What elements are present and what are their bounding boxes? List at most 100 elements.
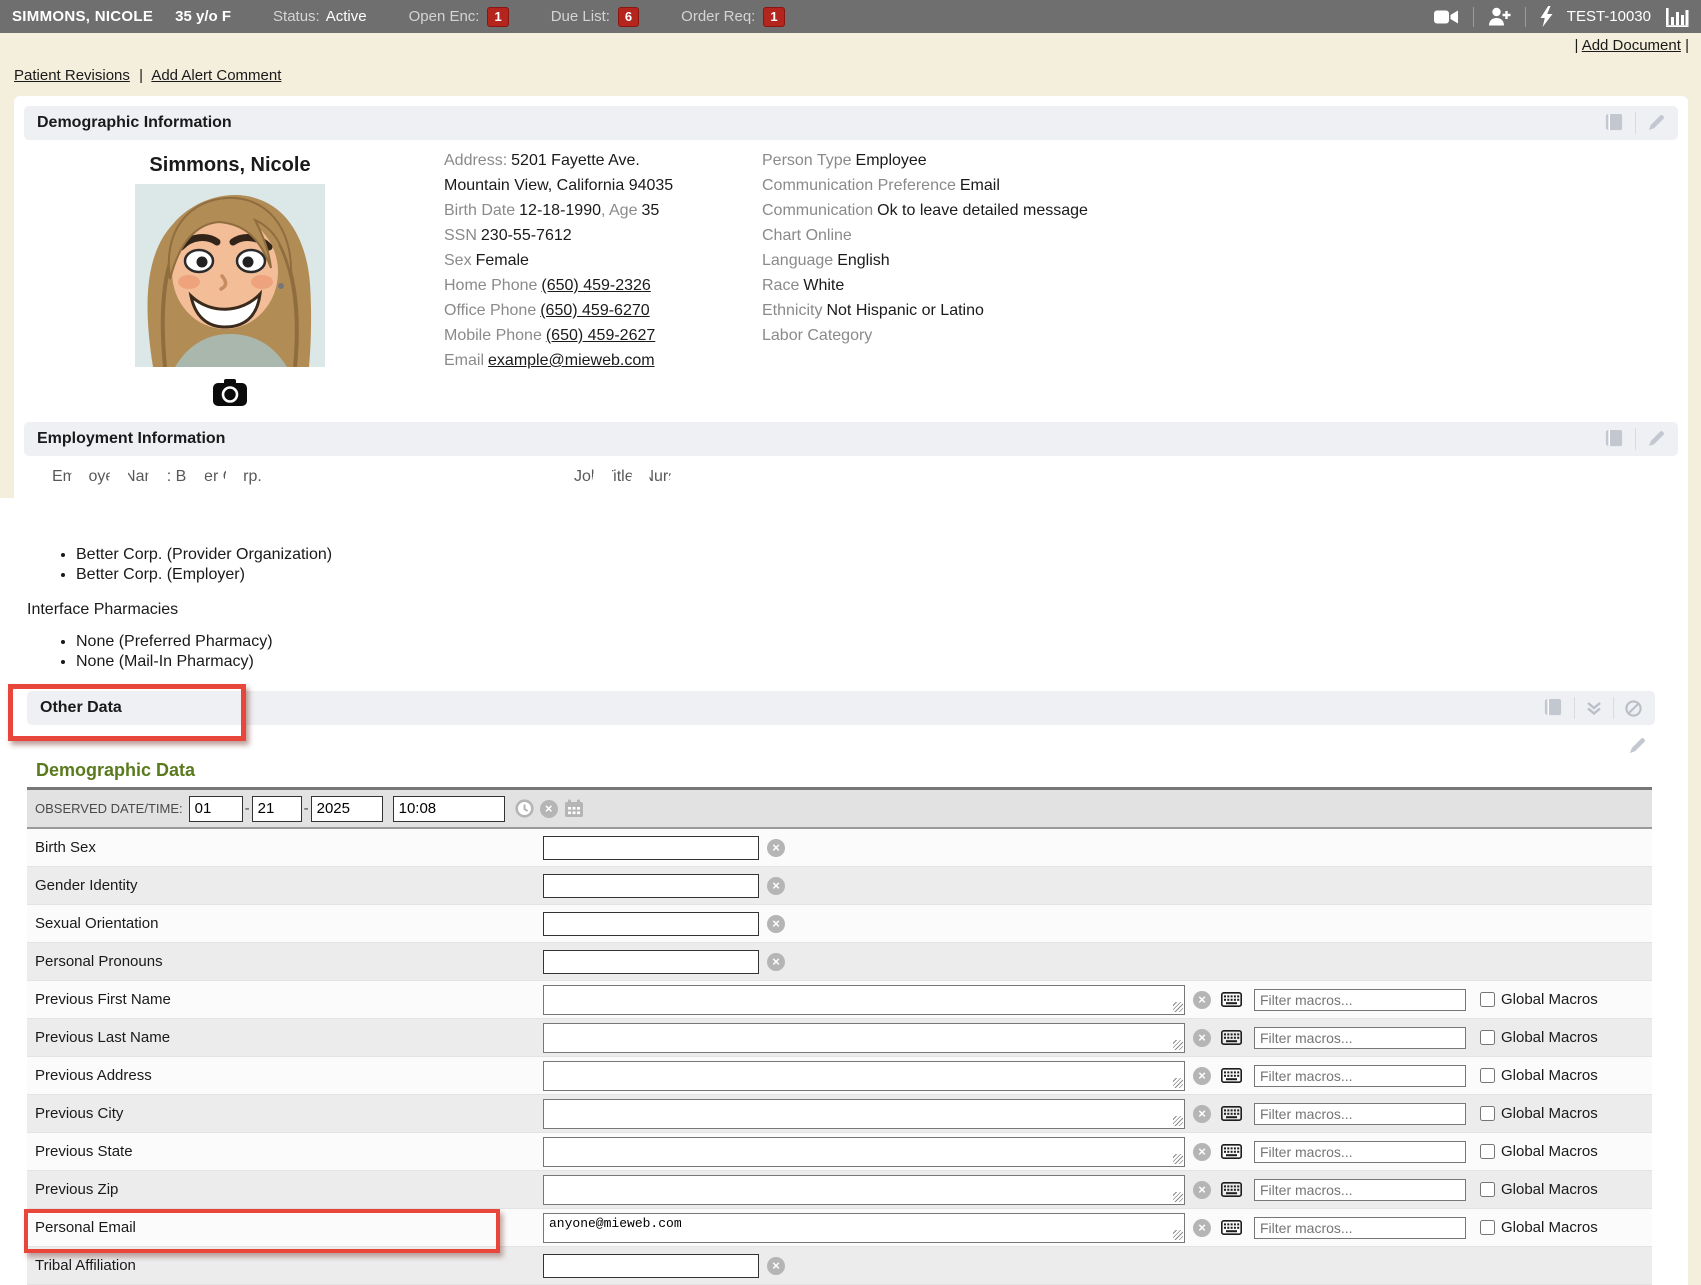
global-macros-checkbox[interactable] — [1480, 1106, 1495, 1121]
filter-macros-input[interactable] — [1254, 1103, 1466, 1125]
filter-macros-input[interactable] — [1254, 989, 1466, 1011]
add-document-link[interactable]: Add Document — [1582, 37, 1681, 54]
gender-identity-input[interactable] — [543, 874, 759, 898]
resize-handle-icon[interactable] — [1173, 1192, 1183, 1202]
field-label: Language — [762, 252, 833, 269]
clear-icon[interactable]: × — [767, 953, 785, 971]
global-macros-checkbox[interactable] — [1480, 1068, 1495, 1083]
field-label: Sexual Orientation — [27, 915, 543, 932]
filter-macros-input[interactable] — [1254, 1065, 1466, 1087]
camera-icon[interactable] — [213, 379, 247, 410]
observed-time-input[interactable] — [393, 796, 505, 822]
previous-last-name-textarea[interactable] — [543, 1023, 1185, 1053]
lightning-icon[interactable] — [1540, 6, 1553, 27]
personal-email-textarea[interactable]: anyone@mieweb.com — [543, 1213, 1185, 1243]
global-macros-checkbox[interactable] — [1480, 1030, 1495, 1045]
global-macros-checkbox[interactable] — [1480, 1220, 1495, 1235]
pencil-icon[interactable] — [1628, 734, 1646, 758]
patient-id: TEST-10030 — [1567, 8, 1651, 25]
patient-revisions-link[interactable]: Patient Revisions — [14, 67, 130, 84]
global-macros-checkbox[interactable] — [1480, 1182, 1495, 1197]
language-value: English — [837, 252, 889, 269]
clear-icon[interactable]: × — [767, 915, 785, 933]
clear-icon[interactable]: × — [540, 800, 558, 818]
clear-icon[interactable]: × — [1193, 1181, 1211, 1199]
calendar-icon[interactable] — [564, 799, 584, 818]
clear-icon[interactable]: × — [1193, 1105, 1211, 1123]
clear-icon[interactable]: × — [1193, 991, 1211, 1009]
resize-handle-icon[interactable] — [1173, 1116, 1183, 1126]
clock-icon[interactable] — [515, 799, 534, 818]
disable-icon[interactable] — [1625, 700, 1642, 717]
filter-macros-input[interactable] — [1254, 1141, 1466, 1163]
previous-state-textarea[interactable] — [543, 1137, 1185, 1167]
clear-icon[interactable]: × — [767, 877, 785, 895]
keyboard-icon[interactable] — [1221, 1068, 1242, 1083]
pencil-icon[interactable] — [1647, 114, 1665, 132]
keyboard-icon[interactable] — [1221, 1220, 1242, 1235]
add-person-icon[interactable] — [1488, 7, 1511, 26]
tribal-affiliation-input[interactable] — [543, 1254, 759, 1278]
job-title-fragment: Job Title: Nurse — [574, 468, 685, 486]
keyboard-icon[interactable] — [1221, 1030, 1242, 1045]
resize-handle-icon[interactable] — [1173, 1154, 1183, 1164]
divider — [1473, 7, 1474, 27]
communication-value: Ok to leave detailed message — [877, 202, 1088, 219]
address-value: 5201 Fayette Ave. — [511, 152, 640, 169]
observed-month-input[interactable] — [189, 796, 243, 822]
keyboard-icon[interactable] — [1221, 1182, 1242, 1197]
keyboard-icon[interactable] — [1221, 1144, 1242, 1159]
resize-handle-icon[interactable] — [1173, 1078, 1183, 1088]
order-req-badge[interactable]: 1 — [763, 7, 784, 27]
divider — [1574, 697, 1575, 719]
clear-icon[interactable]: × — [1193, 1219, 1211, 1237]
previous-city-textarea[interactable] — [543, 1099, 1185, 1129]
employer-name-fragment: Employer Name: Better Corp. — [52, 468, 262, 485]
book-icon[interactable] — [1603, 113, 1624, 133]
chevron-double-down-icon[interactable] — [1586, 701, 1602, 715]
pencil-icon[interactable] — [1647, 430, 1665, 448]
previous-first-name-textarea[interactable] — [543, 985, 1185, 1015]
clear-icon[interactable]: × — [1193, 1067, 1211, 1085]
resize-handle-icon[interactable] — [1173, 1040, 1183, 1050]
interface-pharmacies-heading: Interface Pharmacies — [27, 601, 1688, 619]
filter-macros-input[interactable] — [1254, 1217, 1466, 1239]
global-macros-checkbox[interactable] — [1480, 1144, 1495, 1159]
previous-zip-textarea[interactable] — [543, 1175, 1185, 1205]
observed-day-input[interactable] — [252, 796, 302, 822]
sexual-orientation-input[interactable] — [543, 912, 759, 936]
clear-icon[interactable]: × — [767, 839, 785, 857]
book-icon[interactable] — [1542, 698, 1563, 718]
clear-icon[interactable]: × — [1193, 1029, 1211, 1047]
table-row: Previous State × Global Macros — [27, 1133, 1652, 1171]
field-label: Email — [444, 352, 484, 369]
keyboard-icon[interactable] — [1221, 1106, 1242, 1121]
bar-chart-icon[interactable] — [1665, 6, 1689, 27]
filter-macros-input[interactable] — [1254, 1027, 1466, 1049]
resize-handle-icon[interactable] — [1173, 1230, 1183, 1240]
email-link[interactable]: example@mieweb.com — [488, 352, 655, 369]
clear-icon[interactable]: × — [767, 1257, 785, 1275]
add-alert-comment-link[interactable]: Add Alert Comment — [151, 67, 281, 84]
mobile-phone-link[interactable]: (650) 459-2627 — [546, 327, 655, 344]
office-phone-link[interactable]: (650) 459-6270 — [540, 302, 649, 319]
observed-year-input[interactable] — [311, 796, 383, 822]
due-list-badge[interactable]: 6 — [618, 7, 639, 27]
clear-icon[interactable]: × — [1193, 1143, 1211, 1161]
global-macros-checkbox[interactable] — [1480, 992, 1495, 1007]
previous-address-textarea[interactable] — [543, 1061, 1185, 1091]
employment-information-header: Employment Information — [24, 422, 1678, 456]
home-phone-link[interactable]: (650) 459-2326 — [541, 277, 650, 294]
video-camera-icon[interactable] — [1434, 9, 1459, 25]
birth-sex-input[interactable] — [543, 836, 759, 860]
patient-name: SIMMONS, NICOLE — [12, 8, 153, 25]
field-label: Labor Category — [762, 327, 872, 344]
keyboard-icon[interactable] — [1221, 992, 1242, 1007]
resize-handle-icon[interactable] — [1173, 1002, 1183, 1012]
filter-macros-input[interactable] — [1254, 1179, 1466, 1201]
order-req-label: Order Req: — [681, 8, 755, 25]
open-enc-badge[interactable]: 1 — [487, 7, 508, 27]
field-label: Previous City — [27, 1105, 543, 1122]
personal-pronouns-input[interactable] — [543, 950, 759, 974]
book-icon[interactable] — [1603, 429, 1624, 449]
